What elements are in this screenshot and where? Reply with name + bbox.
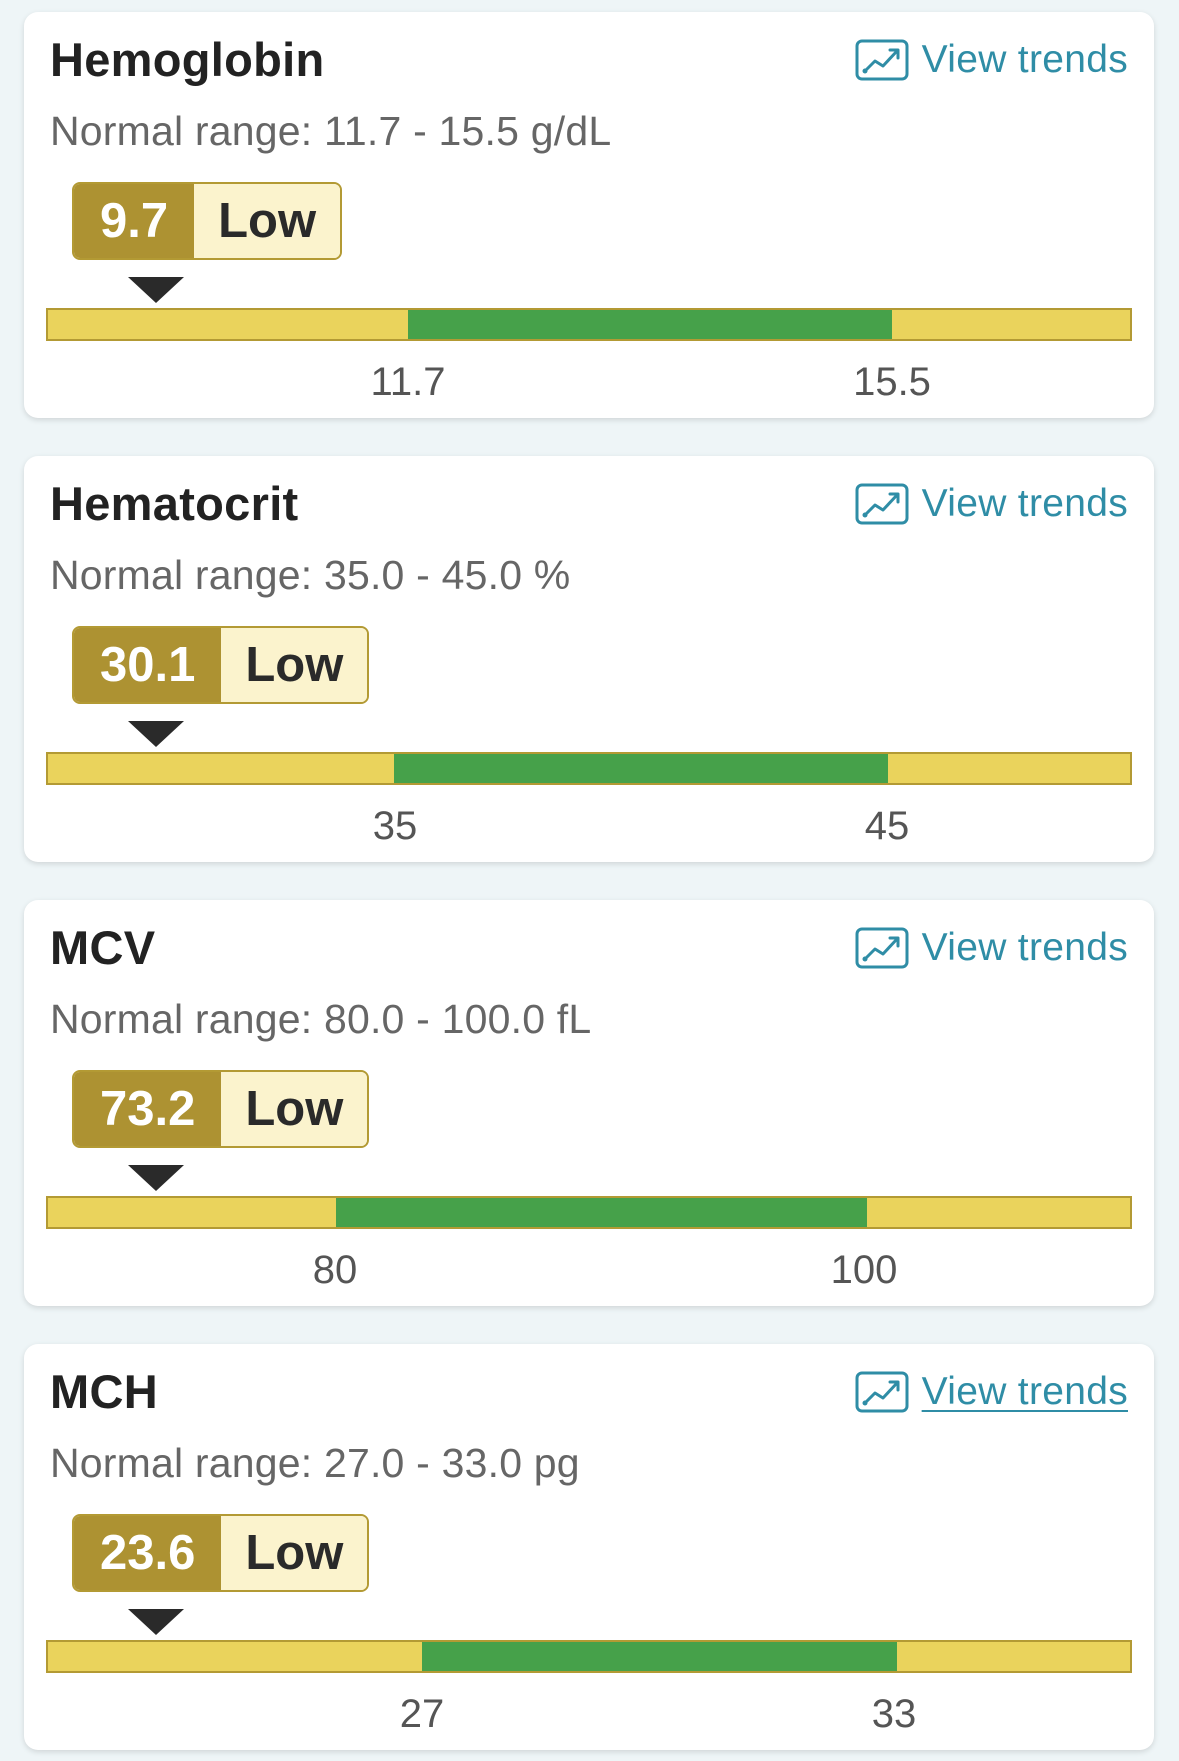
range-normal-segment	[335, 1198, 868, 1227]
range-bar	[46, 752, 1132, 785]
result-status: Low	[221, 1516, 368, 1590]
normal-range-text: Normal range: 80.0 - 100.0 fL	[50, 996, 592, 1042]
range-high-tick: 33	[871, 1692, 917, 1736]
value-pointer-icon	[128, 277, 184, 303]
range-low-tick: 35	[372, 804, 418, 848]
result-value: 73.2	[74, 1072, 222, 1146]
normal-range-text: Normal range: 27.0 - 33.0 pg	[50, 1440, 580, 1486]
card-title: Hematocrit	[50, 477, 299, 530]
result-badge: 23.6 Low	[72, 1514, 370, 1592]
view-trends-link[interactable]: View trends	[855, 38, 1128, 82]
result-badge: 30.1 Low	[72, 626, 370, 704]
view-trends-link[interactable]: View trends	[855, 926, 1128, 970]
range-low-tick: 80	[312, 1248, 358, 1292]
card-title: MCH	[50, 1365, 158, 1418]
result-status: Low	[194, 184, 341, 258]
result-badge: 73.2 Low	[72, 1070, 370, 1148]
normal-range-text: Normal range: 35.0 - 45.0 %	[50, 552, 571, 598]
view-trends-label: View trends	[921, 926, 1128, 969]
range-low-tick: 11.7	[370, 360, 446, 404]
value-pointer-icon	[128, 721, 184, 747]
view-trends-label: View trends	[921, 482, 1128, 525]
result-value: 9.7	[74, 184, 195, 258]
view-trends-label: View trends	[921, 38, 1128, 81]
range-high-tick: 100	[830, 1248, 898, 1292]
value-pointer-icon	[128, 1609, 184, 1635]
card-title: MCV	[50, 921, 156, 974]
view-trends-label: View trends	[921, 1370, 1128, 1413]
result-card-hematocrit: Hematocrit View trends Normal range: 35.…	[24, 456, 1154, 862]
range-high-tick: 45	[864, 804, 910, 848]
line-chart-icon	[855, 483, 909, 525]
result-status: Low	[221, 628, 368, 702]
range-bar	[46, 1196, 1132, 1229]
line-chart-icon	[855, 39, 909, 81]
range-normal-segment	[394, 754, 888, 783]
card-title: Hemoglobin	[50, 33, 325, 86]
range-low-tick: 27	[399, 1692, 445, 1736]
range-normal-segment	[422, 1642, 898, 1671]
result-value: 23.6	[74, 1516, 222, 1590]
range-normal-segment	[408, 310, 892, 339]
line-chart-icon	[855, 927, 909, 969]
range-bar	[46, 308, 1132, 341]
result-card-mcv: MCV View trends Normal range: 80.0 - 100…	[24, 900, 1154, 1306]
view-trends-link[interactable]: View trends	[855, 1370, 1128, 1414]
line-chart-icon	[855, 1371, 909, 1413]
result-value: 30.1	[74, 628, 222, 702]
result-badge: 9.7 Low	[72, 182, 343, 260]
normal-range-text: Normal range: 11.7 - 15.5 g/dL	[50, 108, 612, 154]
value-pointer-icon	[128, 1165, 184, 1191]
result-card-mch: MCH View trends Normal range: 27.0 - 33.…	[24, 1344, 1154, 1750]
range-bar	[46, 1640, 1132, 1673]
result-status: Low	[221, 1072, 368, 1146]
result-card-hemoglobin: Hemoglobin View trends Normal range: 11.…	[24, 12, 1154, 418]
view-trends-link[interactable]: View trends	[855, 482, 1128, 526]
range-high-tick: 15.5	[853, 360, 931, 404]
